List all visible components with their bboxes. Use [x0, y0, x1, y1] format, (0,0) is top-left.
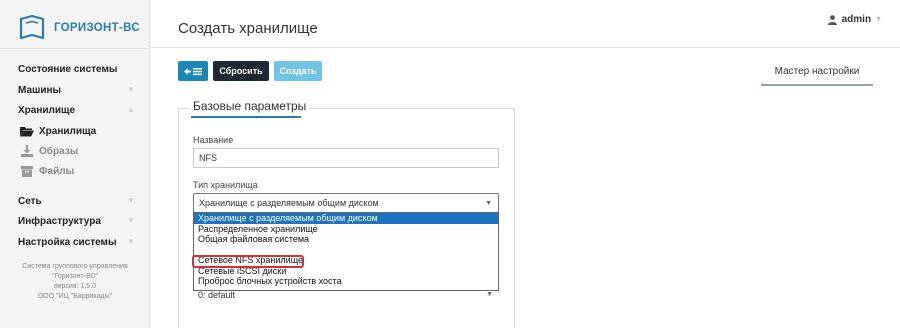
sidebar-subitem-images[interactable]: Образы [20, 144, 78, 158]
dropdown-option[interactable]: Хранилище с разделяемым общим диском [194, 213, 498, 224]
footer-version: версия: 1.5.0 [53, 283, 97, 290]
dropdown-option[interactable]: Проброс блочных устройств хоста [194, 276, 498, 287]
sidebar-item-label: Инфраструктура [18, 215, 101, 227]
back-button[interactable] [178, 61, 208, 81]
logo-icon [19, 14, 45, 40]
sidebar-item-label: Настройка системы [18, 236, 117, 248]
sidebar-footer: Система группового управления "Горизонт-… [0, 262, 150, 302]
sidebar-subitem-label: Хранилища [39, 125, 97, 137]
sidebar-item-label: Машины [18, 84, 62, 96]
storage-type-value: Хранилище с разделяемым общим диском [199, 198, 379, 208]
name-input-value: NFS [199, 153, 217, 163]
sidebar: ГОРИЗОНТ-ВС Состояние системы Машины ▼ Х… [0, 0, 150, 328]
legend-underline [191, 116, 301, 118]
sidebar-item-label: Состояние системы [18, 63, 118, 75]
user-menu[interactable]: admin ▼ [827, 14, 882, 25]
footer-company: ООО "ИЦ "Баррикады" [37, 293, 113, 300]
top-bar: Создать хранилище admin ▼ [150, 0, 900, 48]
sidebar-item-label: Хранилище [18, 104, 76, 116]
archive-icon [20, 165, 34, 177]
footer-line: "Горизонт-ВС" [52, 273, 98, 280]
sidebar-item-network[interactable]: Сеть ▼ [18, 194, 136, 208]
chevron-down-icon: ▼ [127, 237, 135, 246]
dropdown-option[interactable]: Распределенное хранилище [194, 224, 498, 235]
chevron-down-icon: ▼ [485, 200, 492, 207]
sidebar-item-storage[interactable]: Хранилище ▲ [18, 103, 136, 117]
name-label: Название [193, 135, 234, 145]
chevron-down-icon: ▼ [127, 196, 135, 205]
sidebar-item-infrastructure[interactable]: Инфраструктура ▼ [18, 214, 136, 228]
create-button[interactable]: Создать [274, 61, 322, 81]
user-name: admin [841, 14, 872, 25]
name-input[interactable]: NFS [193, 148, 499, 168]
sidebar-subitem-label: Файлы [39, 165, 75, 177]
storage-type-label: Тип хранилища [193, 180, 258, 190]
highlight-marker [192, 255, 304, 268]
storage-type-dropdown: Хранилище с разделяемым общим диском Рас… [193, 212, 499, 291]
sidebar-subitem-storages[interactable]: Хранилища [20, 124, 96, 138]
tab-underline [761, 84, 873, 86]
sidebar-item-label: Сеть [18, 195, 42, 207]
logo[interactable]: ГОРИЗОНТ-ВС [18, 14, 140, 42]
user-icon [827, 14, 837, 25]
sidebar-subitem-files[interactable]: Файлы [20, 164, 74, 178]
reset-button[interactable]: Сбросить [213, 61, 269, 81]
chevron-up-icon: ▲ [127, 105, 135, 114]
chevron-down-icon: ▼ [875, 16, 882, 23]
sidebar-subitem-label: Образы [39, 145, 79, 157]
dropdown-option-empty[interactable] [194, 245, 498, 256]
chevron-down-icon: ▼ [486, 291, 493, 298]
folder-open-icon [20, 125, 34, 137]
download-icon [20, 145, 34, 157]
sidebar-item-system-settings[interactable]: Настройка системы ▼ [18, 235, 136, 249]
dropdown-option[interactable]: Общая файловая система [194, 234, 498, 245]
secondary-select-value: 0: default [198, 290, 236, 300]
page-title: Создать хранилище [178, 20, 318, 37]
brand-name: ГОРИЗОНТ-ВС [54, 22, 140, 34]
storage-type-select[interactable]: Хранилище с разделяемым общим диском ▼ [193, 193, 499, 213]
sidebar-divider [0, 48, 150, 49]
chevron-down-icon: ▼ [127, 85, 135, 94]
back-list-icon [184, 67, 202, 75]
chevron-down-icon: ▼ [127, 216, 135, 225]
tab-setup-wizard[interactable]: Мастер настройки [761, 66, 873, 77]
sidebar-item-system-status[interactable]: Состояние системы [18, 62, 136, 76]
footer-line: Система группового управления [22, 263, 128, 270]
panel-legend: Базовые параметры [190, 99, 310, 113]
sidebar-item-machines[interactable]: Машины ▼ [18, 83, 136, 97]
